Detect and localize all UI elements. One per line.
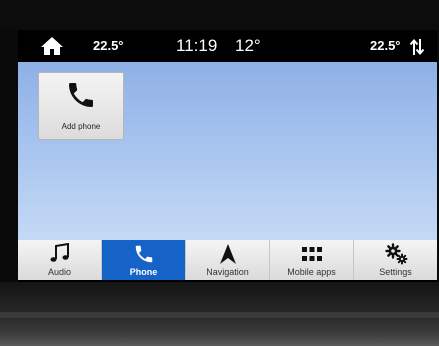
- nav-navigation[interactable]: Navigation: [186, 240, 270, 280]
- nav-audio-label: Audio: [47, 267, 72, 277]
- sort-arrows-icon[interactable]: [409, 38, 425, 56]
- gears-icon: [384, 243, 408, 265]
- driver-temperature[interactable]: 22.5°: [93, 38, 124, 53]
- clock: 11:19: [176, 36, 218, 55]
- infotainment-screen: 22.5° 11:19 12° 22.5° Add phone Audio Ph…: [18, 30, 437, 282]
- nav-settings-label: Settings: [379, 267, 412, 277]
- nav-phone[interactable]: Phone: [102, 240, 186, 280]
- nav-phone-label: Phone: [129, 267, 158, 277]
- bottom-nav-bar: Audio Phone Navigation Mobile apps Setti…: [18, 240, 437, 280]
- music-note-icon: [48, 242, 72, 265]
- phone-handset-icon: [132, 243, 156, 265]
- home-icon[interactable]: [40, 36, 64, 56]
- home-area: Add phone: [18, 62, 437, 240]
- bezel-top: [0, 0, 439, 30]
- add-phone-tile[interactable]: Add phone: [38, 72, 124, 140]
- nav-mobile-apps-label: Mobile apps: [287, 267, 336, 277]
- phone-handset-icon: [65, 79, 97, 111]
- navigation-arrow-icon: [216, 243, 240, 265]
- add-phone-label: Add phone: [61, 122, 101, 131]
- nav-navigation-label: Navigation: [206, 267, 249, 277]
- dashboard-trim: [0, 312, 439, 318]
- status-bar: 22.5° 11:19 12° 22.5°: [18, 30, 437, 62]
- nav-mobile-apps[interactable]: Mobile apps: [270, 240, 354, 280]
- nav-settings[interactable]: Settings: [354, 240, 437, 280]
- app-grid-icon: [300, 243, 324, 265]
- passenger-temperature[interactable]: 22.5°: [370, 38, 401, 53]
- outside-temperature: 12°: [235, 36, 261, 55]
- nav-audio[interactable]: Audio: [18, 240, 102, 280]
